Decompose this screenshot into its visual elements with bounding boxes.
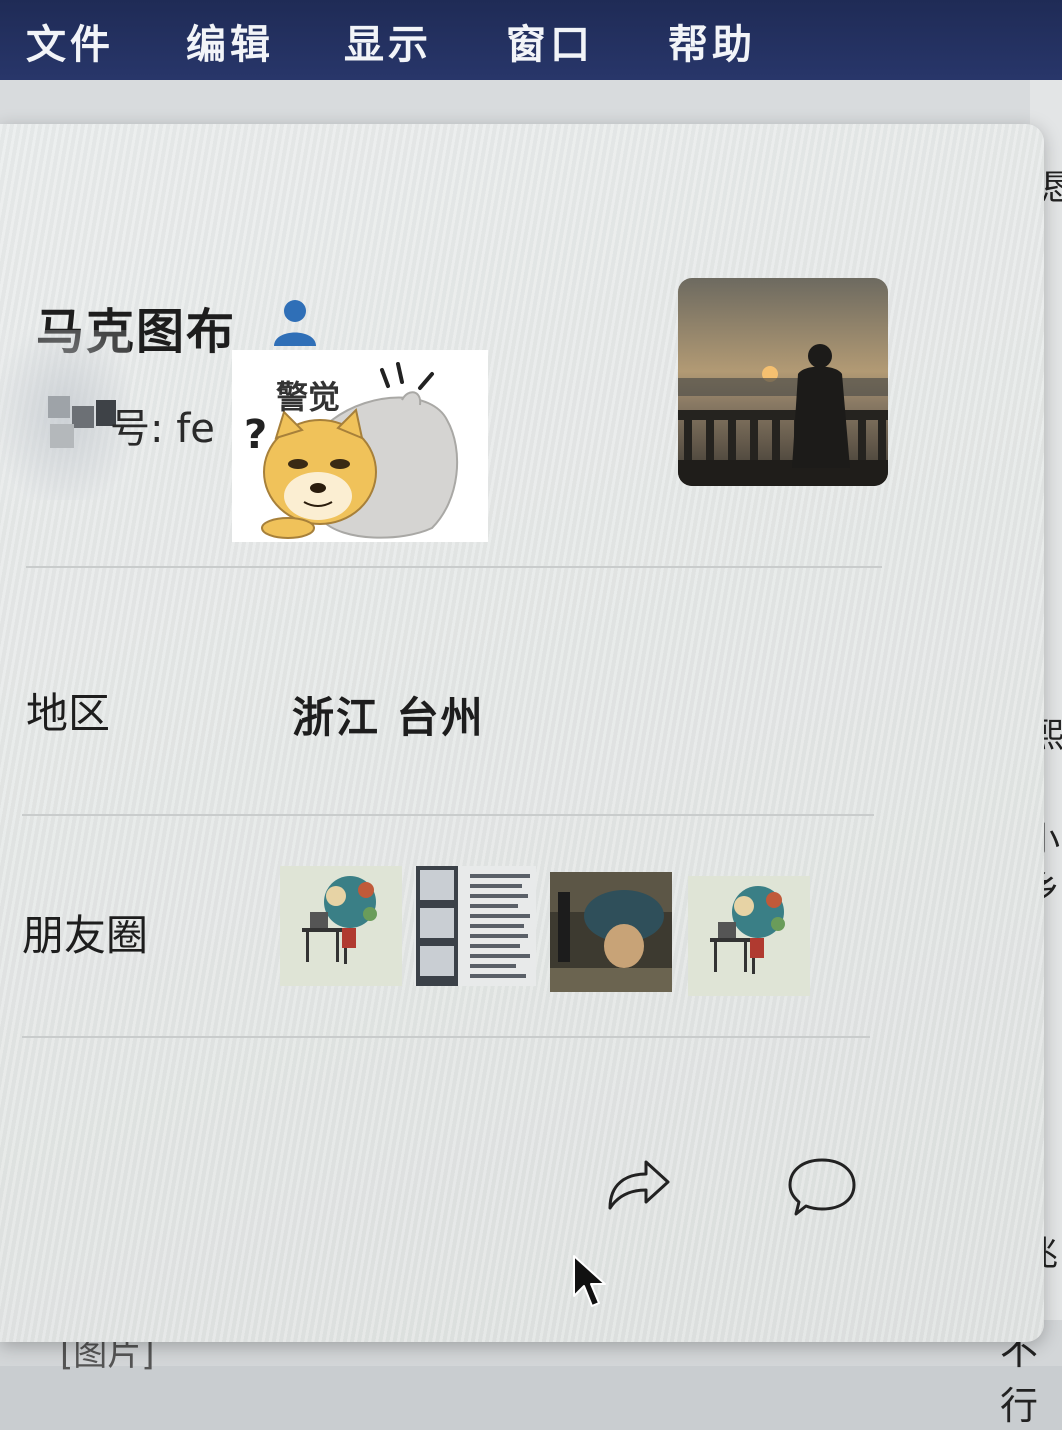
sticker-question-mark: ?: [244, 412, 268, 458]
moment-image-3: [550, 872, 672, 992]
mosaic-pixel: [50, 424, 74, 448]
wechat-id: 号: fe: [110, 406, 215, 452]
moments-label[interactable]: 朋友圈: [22, 902, 148, 963]
moment-image-1: [280, 866, 402, 986]
menu-help[interactable]: 帮助: [668, 12, 756, 70]
mosaic-pixel: [72, 406, 94, 428]
moment-thumbnail[interactable]: [414, 866, 536, 986]
sticker-caption: 警觉: [276, 378, 341, 416]
divider: [22, 1036, 870, 1038]
menu-window[interactable]: 窗口: [506, 12, 594, 70]
share-arrow-icon[interactable]: [604, 1152, 672, 1212]
doge-sticker: 警觉 ?: [232, 350, 488, 542]
moment-image-4: [688, 876, 810, 996]
menu-bar: 文件 编辑 显示 窗口 帮助: [0, 0, 1062, 80]
divider: [22, 814, 874, 816]
contact-person-icon: [274, 300, 316, 346]
mouse-cursor-icon: [573, 1255, 606, 1307]
menu-edit[interactable]: 编辑: [186, 12, 274, 70]
mosaic-pixel: [48, 396, 70, 418]
region-value: 浙江 台州: [292, 693, 485, 742]
moment-thumbnail[interactable]: [688, 876, 810, 996]
background-chat-area: [0, 80, 1062, 130]
moment-thumbnail[interactable]: [550, 872, 672, 992]
menu-view[interactable]: 显示: [344, 12, 432, 70]
region-label: 地区: [26, 689, 111, 738]
avatar-image: [678, 278, 888, 486]
profile-avatar[interactable]: [678, 278, 888, 486]
chat-bubble-icon[interactable]: [786, 1156, 858, 1220]
moment-image-2: [414, 866, 536, 986]
doge-sticker-image: [261, 362, 459, 539]
divider: [26, 566, 882, 568]
moment-thumbnail[interactable]: [280, 866, 402, 986]
menu-file[interactable]: 文件: [26, 12, 114, 70]
